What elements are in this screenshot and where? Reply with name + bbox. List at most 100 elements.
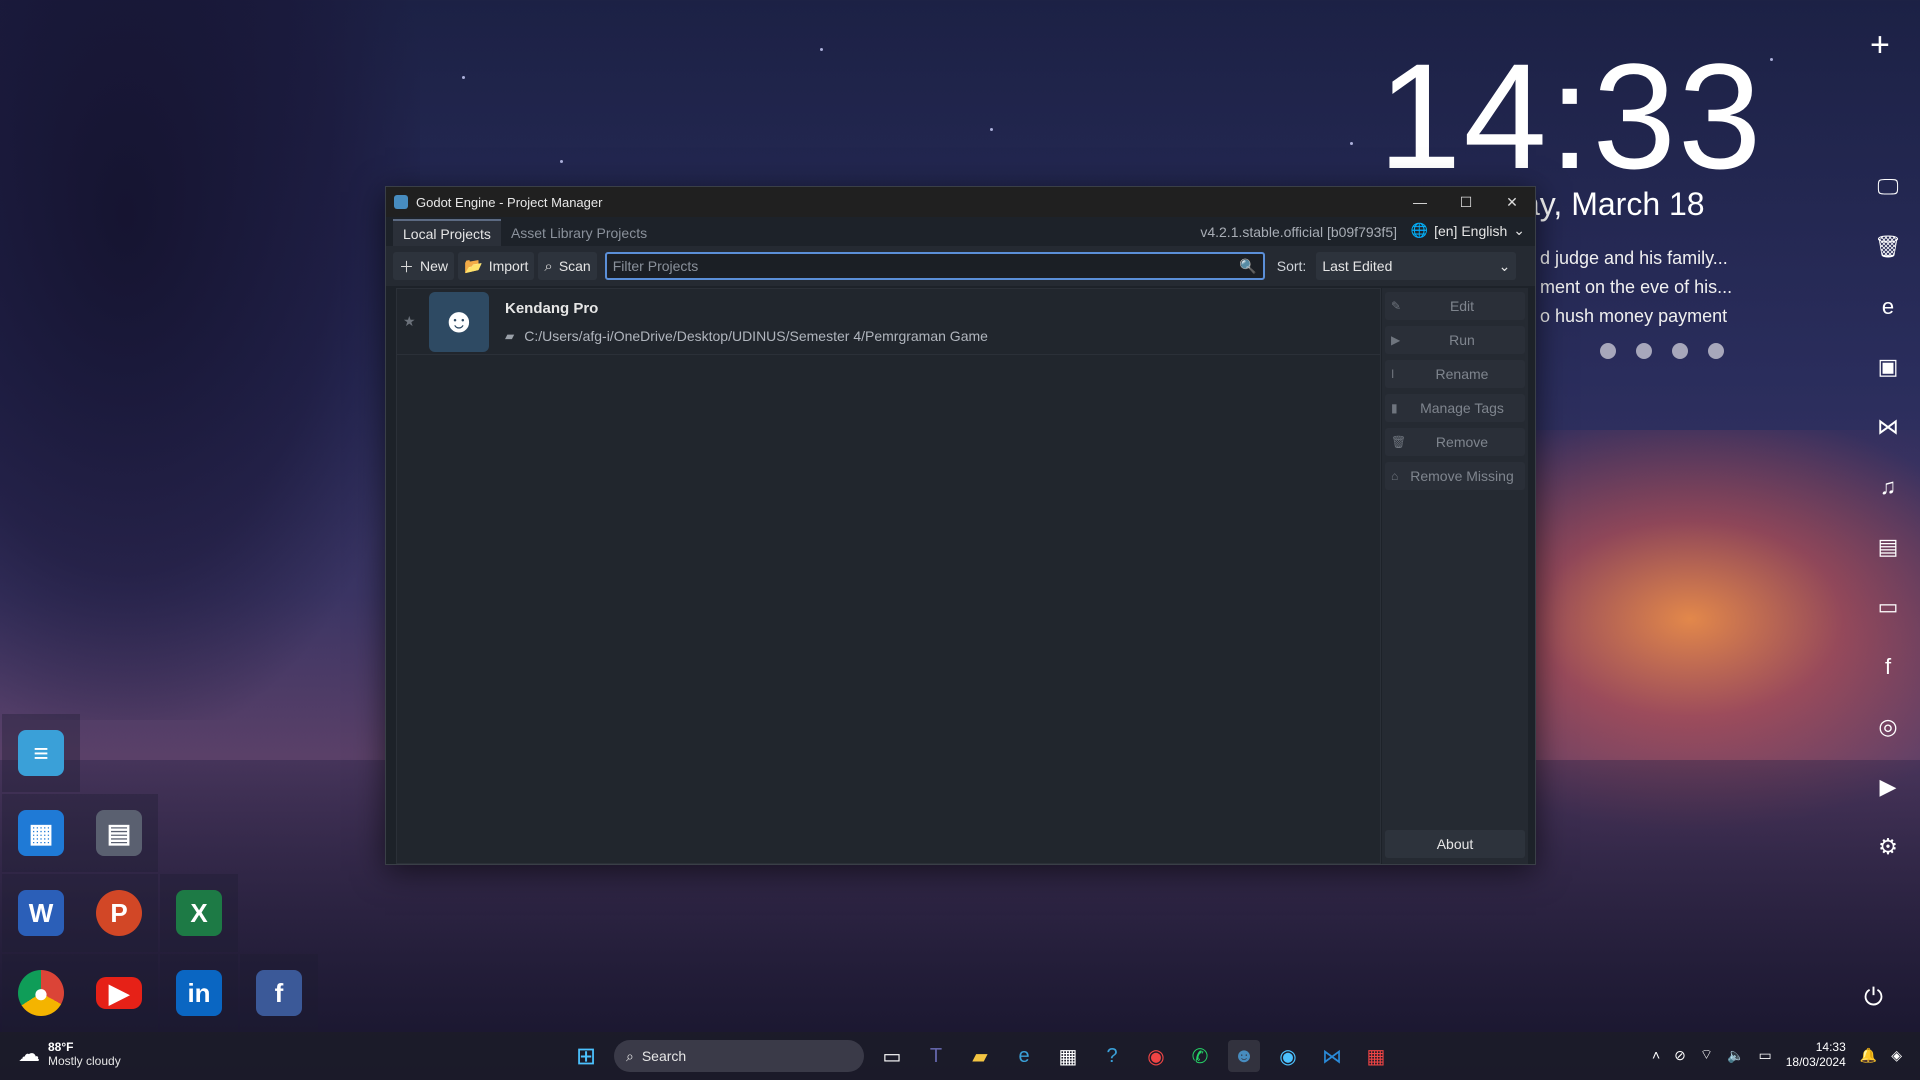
tile-notepad[interactable]: ≡ (2, 714, 80, 792)
chrome-taskbar-icon[interactable]: ◉ (1140, 1040, 1172, 1072)
tile-chrome[interactable]: ● (2, 954, 80, 1032)
edge-taskbar-icon[interactable]: e (1008, 1040, 1040, 1072)
language-selector[interactable]: 🌐 [en] English ⌄ (1411, 222, 1525, 239)
project-actions: ✎ Edit ▶ Run I Rename ▮ Manage Tags 🗑 Remove … (1382, 288, 1528, 864)
search-icon: ⌕ (626, 1047, 634, 1064)
rename-button[interactable]: I Rename (1385, 360, 1525, 388)
news-line: o hush money payment (1540, 306, 1728, 326)
monitor-icon[interactable]: 🖵 (1874, 170, 1902, 204)
taskbar: ☁ 88°F Mostly cloudy ⊞ ⌕ Search ▭ T ▰ e … (0, 1032, 1920, 1080)
copilot-icon[interactable]: ◈ (1891, 1047, 1902, 1064)
tile-word[interactable]: W (2, 874, 80, 952)
file-explorer-icon[interactable]: ▰ (964, 1040, 996, 1072)
remove-button[interactable]: 🗑 Remove (1385, 428, 1525, 456)
chrome-icon: ● (18, 970, 64, 1016)
remove-missing-button[interactable]: ⌂ Remove Missing (1385, 462, 1525, 490)
weather-condition: Mostly cloudy (48, 1054, 121, 1068)
news-line: d judge and his family... (1540, 248, 1728, 268)
tile-facebook[interactable]: f (240, 954, 318, 1032)
right-dock: 🖵 🗑 e ▣ ⋈ ♫ ▤ ▭ f ◎ ▶ ⚙ (1868, 170, 1908, 864)
toolbar: ＋ New 📂 Import ⌕ Scan 🔍 Sort: Last Edited ⌄ (386, 246, 1535, 286)
search-icon: ⌕ (544, 257, 553, 275)
settings-icon[interactable]: ⚙ (1874, 830, 1902, 864)
manage-tags-button[interactable]: ▮ Manage Tags (1385, 394, 1525, 422)
version-label: v4.2.1.stable.official [b09f793f5] (1200, 224, 1397, 240)
word-icon: W (18, 890, 64, 936)
news-pager[interactable] (1600, 343, 1724, 359)
folder-icon[interactable]: ▭ (1874, 590, 1902, 624)
photos-icon[interactable]: ▣ (1874, 350, 1902, 384)
calendar-icon: ▦ (18, 810, 64, 856)
godot-taskbar-icon[interactable]: ☻ (1228, 1040, 1260, 1072)
trash-icon[interactable]: 🗑 (1874, 230, 1902, 264)
youtube-icon[interactable]: ▶ (1874, 770, 1902, 804)
filter-projects-field[interactable]: 🔍 (604, 252, 1265, 280)
chevron-up-icon[interactable]: ˄ (1652, 1047, 1660, 1063)
new-button[interactable]: ＋ New (393, 252, 455, 280)
about-button[interactable]: About (1385, 830, 1525, 858)
edit-button[interactable]: ✎ Edit (1385, 292, 1525, 320)
powerpoint-icon: P (96, 890, 142, 936)
tile-calculator[interactable]: ▤ (80, 794, 158, 872)
add-widget-button[interactable]: + (1870, 26, 1890, 65)
tile-powerpoint[interactable]: P (80, 874, 158, 952)
weather-widget[interactable]: ☁ 88°F Mostly cloudy (18, 1040, 121, 1068)
facebook-icon[interactable]: f (1874, 650, 1902, 684)
maximize-button[interactable]: ☐ (1443, 187, 1489, 217)
battery-icon[interactable]: ▭ (1758, 1047, 1771, 1064)
minimize-button[interactable]: — (1397, 187, 1443, 217)
store-icon[interactable]: ▦ (1052, 1040, 1084, 1072)
tab-asset-library-projects[interactable]: Asset Library Projects (501, 219, 657, 246)
edit-icon: ✎ (1391, 299, 1402, 313)
help-icon[interactable]: ? (1096, 1040, 1128, 1072)
filter-projects-input[interactable] (612, 258, 1240, 274)
broom-icon: ⌂ (1391, 469, 1399, 483)
tile-linkedin[interactable]: in (160, 954, 238, 1032)
vscode-icon[interactable]: ⋈ (1316, 1040, 1348, 1072)
title-bar[interactable]: Godot Engine - Project Manager — ☐ ✕ (386, 187, 1535, 217)
project-row[interactable]: ★ ☻ Kendang Pro ▰ C:/Users/afg-i/OneDrive… (397, 289, 1380, 355)
wifi-icon[interactable]: ⌔ (1700, 1046, 1713, 1064)
system-tray: ˄ ⊘ ⌔ 🔈 ▭ 14:33 18/03/2024 🔔 ◈ (1652, 1040, 1902, 1070)
chevron-down-icon: ⌄ (1513, 222, 1525, 238)
network-off-icon[interactable]: ⊘ (1674, 1047, 1686, 1064)
app-grid-icon[interactable]: ▦ (1360, 1040, 1392, 1072)
folder-icon[interactable]: ▰ (505, 329, 514, 343)
favorite-star-icon[interactable]: ★ (403, 313, 423, 330)
import-button[interactable]: 📂 Import (458, 252, 535, 280)
language-label: [en] English (1434, 222, 1508, 239)
video-icon[interactable]: ▤ (1874, 530, 1902, 564)
cloud-icon: ☁ (18, 1041, 40, 1066)
close-button[interactable]: ✕ (1489, 187, 1535, 217)
teams-icon[interactable]: T (920, 1040, 952, 1072)
sort-value: Last Edited (1322, 258, 1393, 274)
tile-calendar[interactable]: ▦ (2, 794, 80, 872)
scan-button[interactable]: ⌕ Scan (538, 252, 597, 280)
power-icon[interactable]: ⏻ (1864, 984, 1883, 1012)
visual-studio-icon[interactable]: ⋈ (1874, 410, 1902, 444)
edge-icon[interactable]: e (1874, 290, 1902, 324)
godot-icon (394, 195, 408, 209)
taskbar-search[interactable]: ⌕ Search (614, 1040, 864, 1072)
notification-bell-icon[interactable]: 🔔 (1860, 1047, 1877, 1064)
tile-youtube[interactable]: ▶ (80, 954, 158, 1032)
news-widget[interactable]: d judge and his family... ment on the ev… (1540, 244, 1732, 331)
calculator-icon: ▤ (96, 810, 142, 856)
run-button[interactable]: ▶ Run (1385, 326, 1525, 354)
tag-icon: ▮ (1391, 401, 1398, 415)
instagram-icon[interactable]: ◎ (1874, 710, 1902, 744)
excel-icon: X (176, 890, 222, 936)
start-button[interactable]: ⊞ (570, 1040, 602, 1072)
new-label: New (420, 258, 449, 274)
sort-dropdown[interactable]: Last Edited ⌄ (1316, 252, 1517, 280)
volume-icon[interactable]: 🔈 (1727, 1047, 1744, 1064)
tab-local-projects[interactable]: Local Projects (393, 219, 501, 246)
task-view-icon[interactable]: ▭ (876, 1040, 908, 1072)
project-list: ★ ☻ Kendang Pro ▰ C:/Users/afg-i/OneDrive… (396, 288, 1381, 864)
tile-excel[interactable]: X (160, 874, 238, 952)
whatsapp-icon[interactable]: ✆ (1184, 1040, 1216, 1072)
music-icon[interactable]: ♫ (1874, 470, 1902, 504)
taskbar-clock[interactable]: 14:33 18/03/2024 (1786, 1040, 1846, 1070)
chrome-profile-icon[interactable]: ◉ (1272, 1040, 1304, 1072)
remove-missing-label: Remove Missing (1410, 468, 1514, 484)
